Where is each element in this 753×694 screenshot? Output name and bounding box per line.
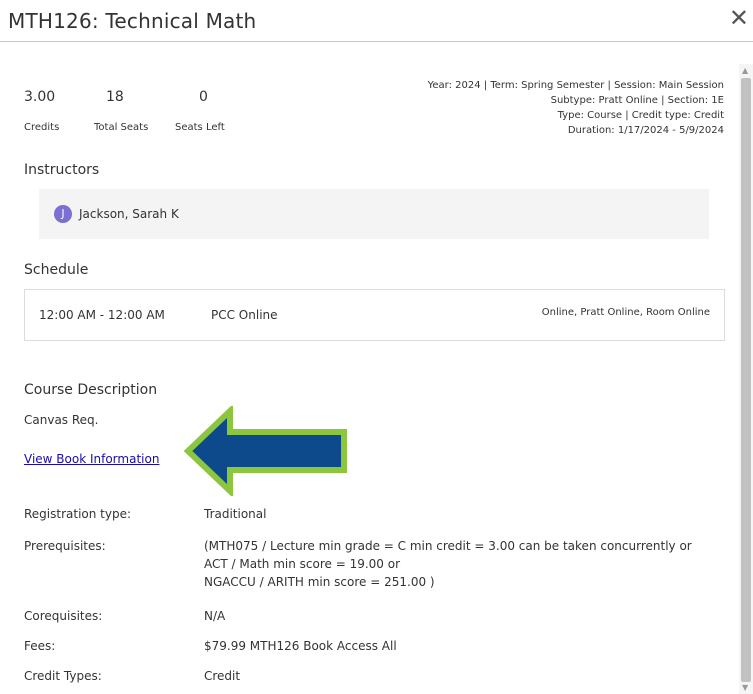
instructor-name: Jackson, Sarah K: [79, 207, 179, 221]
schedule-place: PCC Online: [211, 308, 278, 322]
meta-duration: Duration: 1/17/2024 - 5/9/2024: [567, 125, 724, 136]
total-seats-label: Total Seats: [94, 122, 149, 133]
corequisites-value: N/A: [204, 609, 226, 623]
total-seats-value: 18: [106, 89, 124, 105]
meta-subtype-section: Subtype: Pratt Online | Section: 1E: [550, 95, 724, 106]
prerequisites-line: (MTH075 / Lecture min grade = C min cred…: [204, 539, 692, 553]
page-title: MTH126: Technical Math: [8, 9, 257, 33]
schedule-card: 12:00 AM - 12:00 AM PCC Online Online, P…: [24, 289, 725, 341]
prerequisites-value: (MTH075 / Lecture min grade = C min cred…: [204, 537, 734, 591]
scrollbar[interactable]: ▲ ▼: [739, 64, 753, 694]
schedule-room: Online, Pratt Online, Room Online: [541, 307, 710, 318]
modal-header: MTH126: Technical Math ✕: [0, 0, 753, 42]
schedule-heading: Schedule: [24, 262, 89, 278]
modal-body: 3.00 Credits 18 Total Seats 0 Seats Left…: [0, 42, 738, 694]
prerequisites-line: NGACCU / ARITH min score = 251.00 ): [204, 575, 435, 589]
instructor-card: J Jackson, Sarah K: [39, 189, 709, 239]
avatar: J: [54, 205, 72, 223]
fees-label: Fees:: [24, 639, 56, 653]
view-book-information-link[interactable]: View Book Information: [24, 452, 159, 466]
credit-types-value: Credit: [204, 669, 241, 683]
credits-label: Credits: [24, 122, 60, 133]
prerequisites-label: Prerequisites:: [24, 539, 106, 553]
instructors-heading: Instructors: [24, 162, 100, 178]
close-icon[interactable]: ✕: [729, 6, 749, 30]
registration-type-value: Traditional: [204, 507, 267, 521]
scroll-up-arrow-icon[interactable]: ▲: [742, 66, 748, 75]
seats-left-value: 0: [199, 89, 208, 105]
meta-type-credit: Type: Course | Credit type: Credit: [557, 110, 724, 121]
credits-value: 3.00: [24, 89, 56, 105]
scroll-down-arrow-icon[interactable]: ▼: [742, 683, 748, 692]
registration-type-label: Registration type:: [24, 507, 132, 521]
prerequisites-line: ACT / Math min score = 19.00 or: [204, 557, 401, 571]
fees-value: $79.99 MTH126 Book Access All: [204, 639, 397, 653]
corequisites-label: Corequisites:: [24, 609, 103, 623]
course-description-heading: Course Description: [24, 382, 158, 398]
course-description-text: Canvas Req.: [24, 413, 99, 427]
seats-left-label: Seats Left: [175, 122, 225, 133]
schedule-time: 12:00 AM - 12:00 AM: [39, 308, 165, 322]
credit-types-label: Credit Types:: [24, 669, 102, 683]
scroll-thumb[interactable]: [741, 78, 751, 682]
left-arrow-icon: [183, 406, 347, 496]
meta-year-term: Year: 2024 | Term: Spring Semester | Ses…: [427, 80, 724, 91]
